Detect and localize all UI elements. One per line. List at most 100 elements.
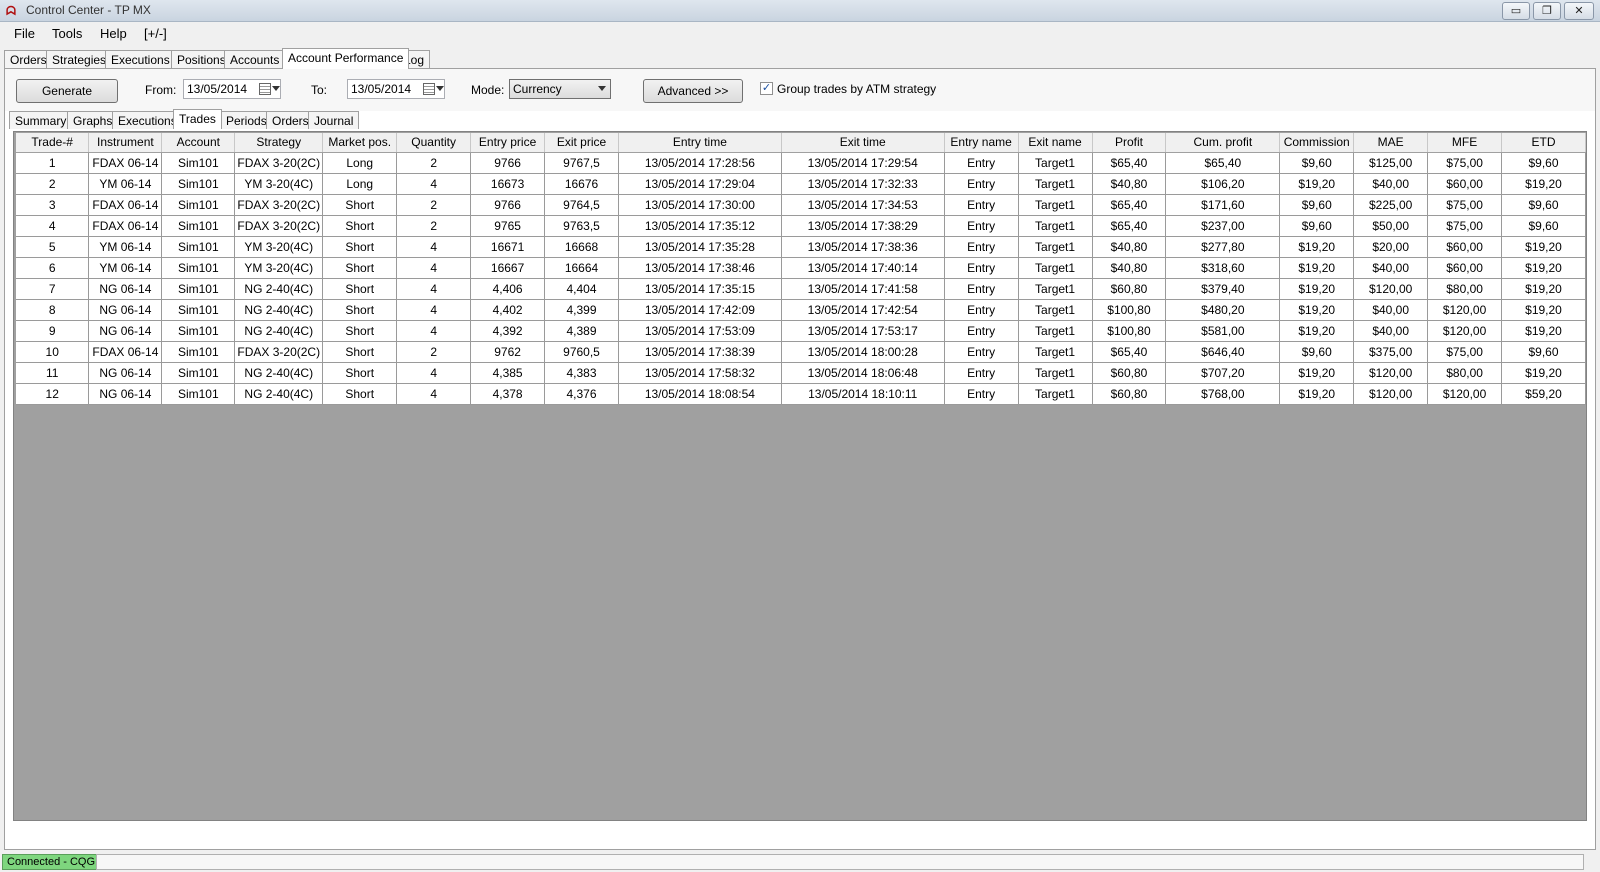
table-row[interactable]: 4 FDAX 06-14 Sim101 FDAX 3-20(2C) Short 2 9765… bbox=[16, 215, 1586, 237]
table-row[interactable]: 10 FDAX 06-14 Sim101 FDAX 3-20(2C) Short 2 976… bbox=[16, 341, 1586, 363]
menu-file[interactable]: File bbox=[14, 26, 35, 41]
column-header[interactable]: MAE bbox=[1353, 133, 1429, 153]
to-label: To: bbox=[311, 83, 328, 97]
subtab-trades[interactable]: Trades bbox=[173, 109, 222, 129]
table-cell: 13/05/2014 17:32:33 bbox=[781, 173, 945, 195]
chevron-down-icon[interactable] bbox=[272, 86, 280, 91]
column-header[interactable]: ETD bbox=[1501, 133, 1586, 153]
table-cell: 13/05/2014 17:38:46 bbox=[618, 257, 782, 279]
column-header[interactable]: Market pos. bbox=[322, 133, 398, 153]
table-cell: 13/05/2014 17:53:17 bbox=[781, 320, 945, 342]
tab-executions[interactable]: Executions bbox=[105, 50, 176, 69]
menu-help[interactable]: Help bbox=[100, 26, 127, 41]
table-cell: 4 bbox=[396, 320, 472, 342]
table-row[interactable]: 6 YM 06-14 Sim101 YM 3-20(4C) Short 4 16667 166… bbox=[16, 257, 1586, 279]
table-cell: NG 06-14 bbox=[88, 278, 163, 300]
table-row[interactable]: 11 NG 06-14 Sim101 NG 2-40(4C) Short 4 4,385 4,… bbox=[16, 362, 1586, 384]
from-date-field[interactable]: 13/05/2014 bbox=[183, 79, 281, 99]
table-cell: 13/05/2014 17:40:14 bbox=[781, 257, 945, 279]
calendar-icon[interactable] bbox=[259, 83, 271, 95]
column-header[interactable]: Instrument bbox=[88, 133, 163, 153]
table-row[interactable]: 8 NG 06-14 Sim101 NG 2-40(4C) Short 4 4,402 4,3… bbox=[16, 299, 1586, 321]
table-row[interactable]: 9 NG 06-14 Sim101 NG 2-40(4C) Short 4 4,392 4,3… bbox=[16, 320, 1586, 342]
table-cell: 13/05/2014 17:35:28 bbox=[618, 236, 782, 258]
table-row[interactable]: 2 YM 06-14 Sim101 YM 3-20(4C) Long 4 16673 1667… bbox=[16, 173, 1586, 195]
table-cell: Target1 bbox=[1018, 299, 1093, 321]
column-header[interactable]: Strategy bbox=[234, 133, 324, 153]
subtab-graphs[interactable]: Graphs bbox=[67, 111, 119, 129]
column-header[interactable]: Commission bbox=[1279, 133, 1355, 153]
table-cell: NG 06-14 bbox=[88, 383, 163, 405]
table-cell: Entry bbox=[944, 152, 1019, 174]
column-header[interactable]: Exit name bbox=[1018, 133, 1093, 153]
table-cell: 13/05/2014 17:53:09 bbox=[618, 320, 782, 342]
table-cell: $9,60 bbox=[1501, 152, 1586, 174]
table-cell: FDAX 3-20(2C) bbox=[234, 341, 324, 363]
table-row[interactable]: 3 FDAX 06-14 Sim101 FDAX 3-20(2C) Short 2 9766… bbox=[16, 194, 1586, 216]
tab-account-performance[interactable]: Account Performance bbox=[282, 48, 410, 69]
close-button[interactable]: ✕ bbox=[1564, 2, 1594, 20]
table-row[interactable]: 7 NG 06-14 Sim101 NG 2-40(4C) Short 4 4,406 4,4… bbox=[16, 278, 1586, 300]
column-header[interactable]: Profit bbox=[1092, 133, 1167, 153]
trades-grid[interactable]: Trade-# Instrument Account Strategy Market p… bbox=[13, 131, 1587, 821]
table-cell: 4 bbox=[396, 236, 472, 258]
subtab-periods[interactable]: Periods bbox=[220, 111, 273, 129]
table-cell: $19,20 bbox=[1501, 362, 1586, 384]
to-date-field[interactable]: 13/05/2014 bbox=[347, 79, 445, 99]
column-header[interactable]: Cum. profit bbox=[1165, 133, 1281, 153]
subtab-summary[interactable]: Summary bbox=[9, 111, 73, 129]
table-cell: $60,00 bbox=[1427, 236, 1503, 258]
restore-button[interactable]: ❐ bbox=[1533, 2, 1561, 20]
table-cell: FDAX 3-20(2C) bbox=[234, 215, 324, 237]
table-cell: Short bbox=[322, 362, 398, 384]
calendar-icon[interactable] bbox=[423, 83, 435, 95]
column-header[interactable]: Entry time bbox=[618, 133, 782, 153]
chevron-down-icon[interactable] bbox=[436, 86, 444, 91]
table-cell: 13/05/2014 17:41:58 bbox=[781, 278, 945, 300]
column-header[interactable]: Quantity bbox=[396, 133, 472, 153]
table-row[interactable]: 1 FDAX 06-14 Sim101 FDAX 3-20(2C) Long 2 9766 9… bbox=[16, 152, 1586, 174]
table-cell: $40,00 bbox=[1353, 299, 1429, 321]
mode-select[interactable]: Currency bbox=[509, 79, 611, 99]
status-message-field bbox=[96, 854, 1584, 870]
table-cell: YM 3-20(4C) bbox=[234, 173, 324, 195]
table-cell: $40,00 bbox=[1353, 173, 1429, 195]
table-cell: 2 bbox=[396, 341, 472, 363]
table-cell: 3 bbox=[16, 194, 90, 216]
group-trades-checkbox[interactable]: ✓ bbox=[760, 82, 773, 95]
table-cell: $60,80 bbox=[1092, 362, 1167, 384]
column-header[interactable]: Entry name bbox=[944, 133, 1019, 153]
subtab-journal[interactable]: Journal bbox=[308, 111, 360, 129]
menu-tools[interactable]: Tools bbox=[52, 26, 82, 41]
table-cell: FDAX 06-14 bbox=[88, 215, 163, 237]
table-cell: 2 bbox=[396, 194, 472, 216]
table-row[interactable]: 12 NG 06-14 Sim101 NG 2-40(4C) Short 4 4,378 4,… bbox=[16, 383, 1586, 405]
table-row[interactable]: 5 YM 06-14 Sim101 YM 3-20(4C) Short 4 16671 166… bbox=[16, 236, 1586, 258]
column-header[interactable]: MFE bbox=[1427, 133, 1503, 153]
column-header[interactable]: Exit price bbox=[544, 133, 619, 153]
column-header[interactable]: Exit time bbox=[781, 133, 945, 153]
table-cell: 4,399 bbox=[544, 299, 619, 321]
table-cell: FDAX 06-14 bbox=[88, 341, 163, 363]
column-header[interactable]: Entry price bbox=[470, 133, 546, 153]
trades-table: Trade-# Instrument Account Strategy Market p… bbox=[16, 133, 1586, 405]
tab-strategies[interactable]: Strategies bbox=[46, 50, 113, 69]
table-cell: $581,00 bbox=[1165, 320, 1281, 342]
table-cell: Entry bbox=[944, 173, 1019, 195]
table-cell: $9,60 bbox=[1501, 215, 1586, 237]
column-header[interactable]: Account bbox=[161, 133, 236, 153]
table-cell: Long bbox=[322, 173, 398, 195]
minimize-button[interactable]: ▭ bbox=[1502, 2, 1530, 20]
table-cell: 13/05/2014 18:10:11 bbox=[781, 383, 945, 405]
tab-accounts[interactable]: Accounts bbox=[224, 50, 286, 69]
table-cell: $19,20 bbox=[1279, 173, 1355, 195]
tab-positions[interactable]: Positions bbox=[171, 50, 232, 69]
table-cell: YM 06-14 bbox=[88, 173, 163, 195]
performance-toolbar: Generate From: 13/05/2014 To: 13/05/2014… bbox=[5, 69, 1595, 111]
menu-toggle[interactable]: [+/-] bbox=[144, 26, 167, 41]
chevron-down-icon[interactable] bbox=[598, 86, 606, 91]
column-header[interactable]: Trade-# bbox=[16, 133, 90, 153]
generate-button[interactable]: Generate bbox=[16, 79, 118, 103]
advanced-button[interactable]: Advanced >> bbox=[643, 79, 743, 103]
table-cell: $19,20 bbox=[1279, 236, 1355, 258]
